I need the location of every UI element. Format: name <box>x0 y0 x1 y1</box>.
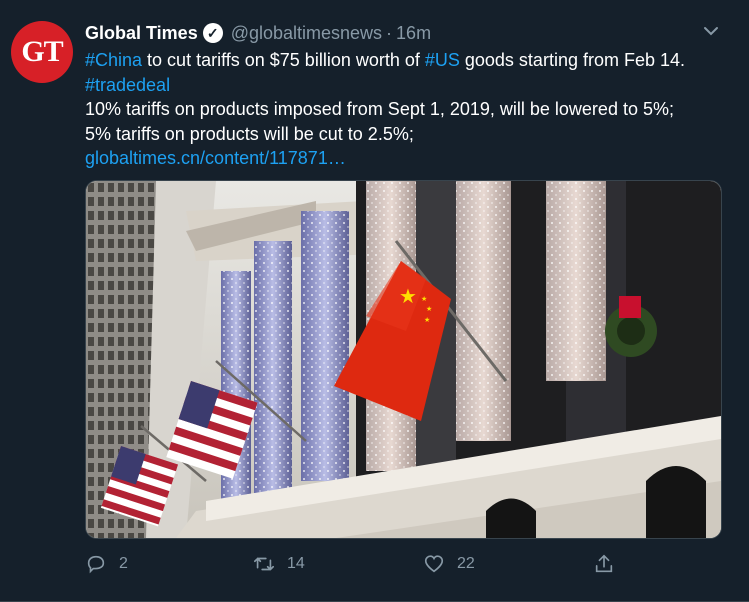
svg-text:★: ★ <box>424 316 430 324</box>
retweet-count: 14 <box>287 555 305 572</box>
stock-exchange-photo: ★ ★ ★ ★ <box>86 181 721 538</box>
svg-text:★: ★ <box>399 284 417 308</box>
share-button[interactable] <box>593 553 615 575</box>
tweet-text-segment: to cut tariffs on $75 billion worth of <box>142 50 425 70</box>
tweet-line-3: 10% tariffs on products imposed from Sep… <box>85 99 674 119</box>
hashtag-us[interactable]: #US <box>425 50 460 70</box>
reply-icon <box>87 555 105 574</box>
tweet-header: Global Times ✓ @globaltimesnews · 16m <box>85 20 729 46</box>
verified-badge-icon: ✓ <box>202 23 223 43</box>
account-name[interactable]: Global Times <box>85 23 198 44</box>
article-link[interactable]: globaltimes.cn/content/117871… <box>85 148 346 168</box>
tweet-photo[interactable]: ★ ★ ★ ★ <box>85 180 722 539</box>
like-button[interactable]: 22 <box>423 553 475 575</box>
tweet-text: #China to cut tariffs on $75 billion wor… <box>85 48 735 171</box>
tweet-line-2: #tradedeal <box>85 73 735 98</box>
tweet-line-1: #China to cut tariffs on $75 billion wor… <box>85 48 735 73</box>
avatar-logo-text: GT <box>21 35 63 68</box>
separator-dot: · <box>386 22 393 43</box>
tweet-timestamp[interactable]: 16m <box>396 23 431 44</box>
reply-count: 2 <box>119 555 128 572</box>
tweet-line-4: 5% tariffs on products will be cut to 2.… <box>85 123 414 144</box>
hashtag-china[interactable]: #China <box>85 50 142 70</box>
svg-text:★: ★ <box>421 295 427 303</box>
reply-button[interactable]: 2 <box>85 553 128 575</box>
tweet-text-segment: goods starting from Feb 14. <box>459 50 686 70</box>
tweet-actions: 2 14 22 <box>85 548 645 580</box>
avatar[interactable]: GT <box>11 21 73 83</box>
retweet-icon <box>254 557 274 571</box>
account-handle[interactable]: @globaltimesnews <box>231 23 382 44</box>
retweet-button[interactable]: 14 <box>253 553 305 575</box>
svg-text:★: ★ <box>426 305 432 313</box>
share-icon <box>595 554 613 573</box>
tweet-link-line: globaltimes.cn/content/117871… <box>85 146 735 171</box>
tweet-card[interactable]: GT Global Times ✓ @globaltimesnews · 16m… <box>0 0 749 602</box>
heart-icon <box>424 555 444 573</box>
like-count: 22 <box>457 555 475 572</box>
hashtag-tradedeal[interactable]: #tradedeal <box>85 75 170 95</box>
chevron-down-icon[interactable] <box>701 20 721 42</box>
